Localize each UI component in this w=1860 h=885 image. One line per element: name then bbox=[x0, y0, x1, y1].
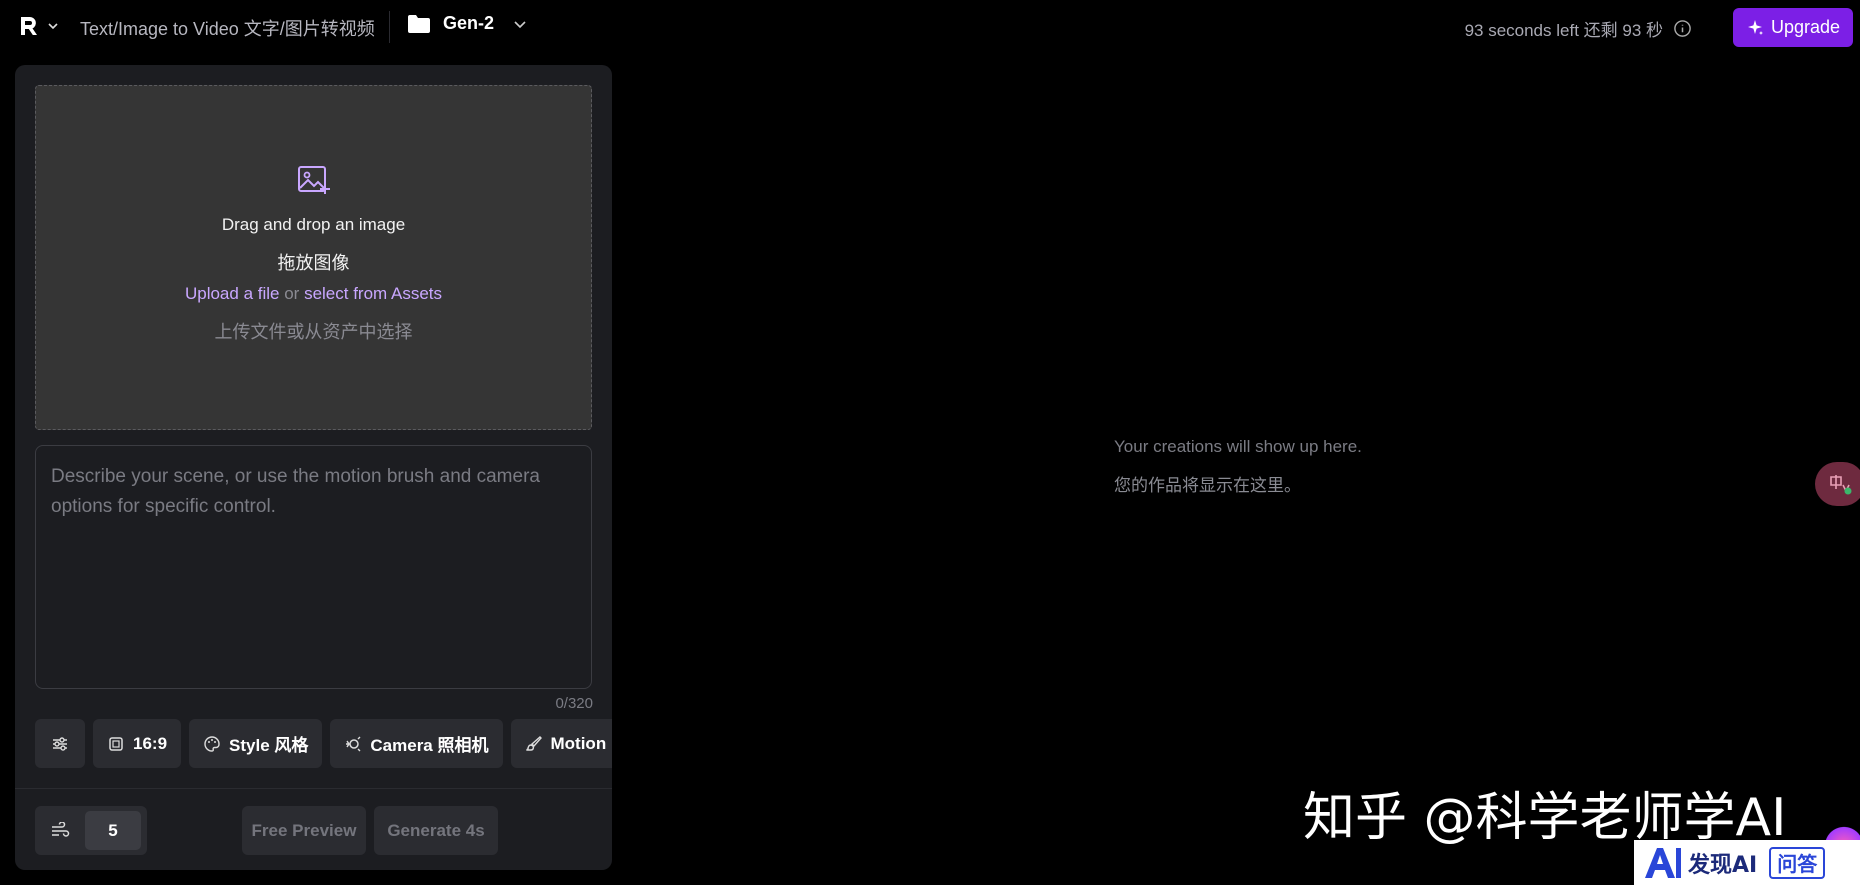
or-text: or bbox=[284, 284, 300, 303]
translate-float-button[interactable] bbox=[1815, 462, 1860, 506]
ai-logo-icon bbox=[1645, 847, 1681, 878]
style-label: Style 风格 bbox=[229, 736, 309, 755]
upgrade-label: Upgrade bbox=[1770, 17, 1841, 37]
free-preview-button[interactable]: Free Preview bbox=[242, 806, 366, 855]
badge-text: 发现AI bbox=[1688, 852, 1758, 878]
divider bbox=[389, 11, 390, 43]
chevron-down-icon bbox=[48, 23, 58, 30]
char-counter: 0/320 bbox=[555, 695, 593, 712]
camera-button[interactable]: Camera 照相机 bbox=[330, 719, 503, 768]
wind-icon bbox=[52, 821, 70, 837]
aspect-ratio-icon bbox=[109, 736, 123, 751]
sparkle-icon bbox=[1747, 19, 1763, 35]
empty-state-text-cn: 您的作品将显示在这里。 bbox=[1114, 476, 1301, 495]
add-image-icon bbox=[298, 166, 330, 194]
upgrade-button[interactable]: Upgrade bbox=[1733, 8, 1853, 47]
camera-label: Camera 照相机 bbox=[370, 736, 489, 755]
runway-logo-icon bbox=[21, 17, 37, 35]
credits-timer: 93 seconds left 还剩 93 秒 bbox=[1465, 16, 1692, 41]
site-badge: 发现AI 问答 bbox=[1634, 840, 1860, 885]
dropzone-actions: Upload a file or select from Assets bbox=[36, 284, 591, 304]
chevron-down-icon bbox=[514, 20, 526, 28]
dropzone-title: Drag and drop an image bbox=[221, 215, 406, 234]
empty-state-text: Your creations will show up here. bbox=[1114, 437, 1362, 456]
timer-text: 93 seconds left 还剩 93 秒 bbox=[1464, 21, 1663, 40]
badge-qa: 问答 bbox=[1769, 846, 1826, 879]
motion-brush-button[interactable]: Motion bbox=[510, 719, 612, 768]
divider bbox=[15, 788, 612, 789]
info-icon[interactable] bbox=[1673, 19, 1692, 38]
project-selector[interactable]: Gen-2 bbox=[407, 13, 528, 34]
upload-file-link[interactable]: Upload a file bbox=[185, 284, 280, 303]
camera-motion-icon bbox=[346, 736, 361, 751]
top-bar: Text/Image to Video 文字/图片转视频 Gen-2 93 se… bbox=[0, 0, 1860, 55]
prompt-box bbox=[35, 445, 592, 689]
duration-value[interactable]: 5 bbox=[85, 811, 141, 850]
generation-panel: Drag and drop an image 拖放图像 Upload a fil… bbox=[15, 65, 612, 870]
dropzone-title-cn: 拖放图像 bbox=[277, 253, 350, 273]
sliders-icon bbox=[53, 736, 67, 751]
app-menu[interactable] bbox=[18, 14, 60, 38]
project-name: Gen-2 bbox=[443, 13, 495, 33]
image-dropzone[interactable]: Drag and drop an image 拖放图像 Upload a fil… bbox=[35, 85, 592, 430]
settings-button[interactable] bbox=[35, 719, 85, 768]
translate-icon bbox=[1830, 475, 1852, 495]
motion-label: Motion bbox=[550, 733, 607, 753]
breadcrumb: Text/Image to Video 文字/图片转视频 bbox=[80, 19, 375, 39]
aspect-ratio-label: 16:9 bbox=[133, 733, 168, 753]
watermark-text: 知乎 @科学老师学AI bbox=[1303, 788, 1787, 848]
palette-icon bbox=[204, 735, 220, 752]
folder-icon bbox=[408, 14, 430, 33]
tool-row: 16:9 Style 风格 Camera 照相机 Motion bbox=[35, 719, 612, 768]
aspect-ratio-button[interactable]: 16:9 bbox=[93, 719, 182, 768]
style-button[interactable]: Style 风格 bbox=[189, 719, 323, 768]
dropzone-subtitle-cn: 上传文件或从资产中选择 bbox=[214, 322, 413, 342]
prompt-input[interactable] bbox=[36, 446, 591, 688]
brush-icon bbox=[525, 735, 542, 751]
duration-icon-wrap bbox=[35, 821, 85, 840]
duration-control[interactable]: 5 bbox=[35, 806, 147, 855]
select-assets-link[interactable]: select from Assets bbox=[304, 284, 442, 303]
generate-button[interactable]: Generate 4s bbox=[374, 806, 498, 855]
